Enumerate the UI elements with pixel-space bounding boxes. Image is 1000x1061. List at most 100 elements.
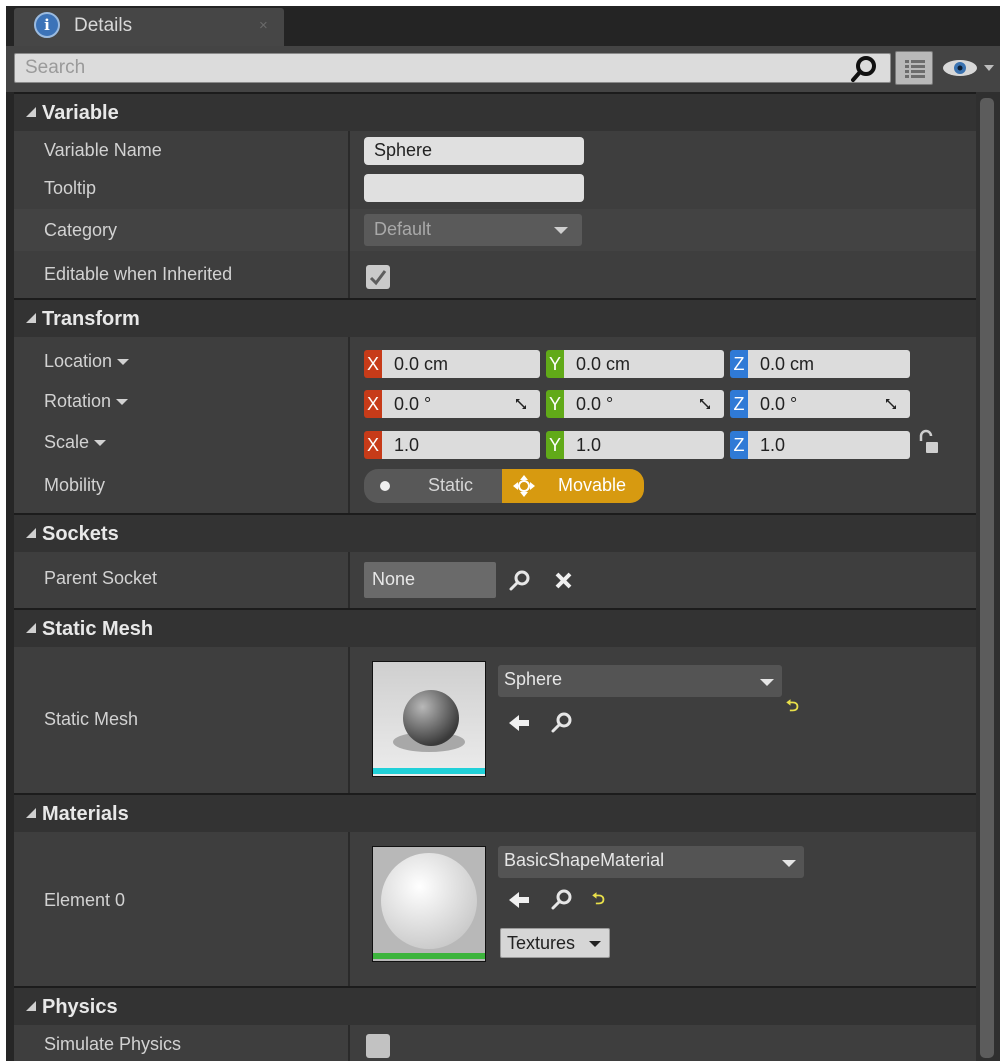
chevron-down-icon: [117, 359, 130, 366]
lock-icon[interactable]: [918, 429, 940, 457]
rotation-x-field[interactable]: X 0.0 °: [364, 390, 540, 418]
tab-strip: i Details ×: [6, 6, 1000, 46]
browse-search-icon[interactable]: [550, 711, 574, 735]
category-physics[interactable]: Physics: [14, 986, 976, 1025]
category-dropdown-value: Default: [374, 219, 432, 239]
view-options-button[interactable]: [895, 51, 933, 85]
category-dropdown[interactable]: Default: [364, 214, 582, 246]
rotation-label[interactable]: Rotation: [44, 391, 129, 412]
chevron-down-icon: [760, 679, 774, 686]
reset-to-default-icon[interactable]: ⮌: [786, 695, 799, 722]
column-divider[interactable]: [348, 832, 350, 986]
chevron-down-icon: [116, 399, 129, 406]
row-tooltip: Tooltip: [14, 169, 976, 209]
axis-y-badge: Y: [546, 390, 564, 418]
axis-x-badge: X: [364, 390, 382, 418]
column-divider[interactable]: [348, 647, 350, 793]
rotation-z-field[interactable]: Z 0.0 °: [730, 390, 910, 418]
clear-icon[interactable]: [554, 571, 574, 591]
category-label: Static Mesh: [42, 618, 154, 640]
collapse-arrow-icon: [26, 623, 36, 633]
location-y-value: 0.0 cm: [564, 350, 724, 378]
collapse-arrow-icon: [26, 313, 36, 323]
column-divider[interactable]: [348, 251, 350, 300]
location-label-text: Location: [44, 351, 113, 371]
static-mesh-thumbnail[interactable]: [372, 661, 486, 777]
category-label: Category: [44, 220, 118, 240]
material-thumbnail[interactable]: [372, 846, 486, 962]
mobility-movable-option[interactable]: Movable: [502, 469, 644, 503]
rotation-label-text: Rotation: [44, 391, 112, 411]
mobility-static-label: Static: [428, 475, 474, 495]
search-icon[interactable]: [508, 569, 532, 593]
category-variable[interactable]: Variable: [14, 92, 976, 131]
axis-y-badge: Y: [546, 431, 564, 459]
browse-search-icon[interactable]: [550, 888, 574, 912]
use-selected-arrow-icon[interactable]: [508, 713, 530, 733]
mobility-toggle: Static Movable: [364, 469, 644, 503]
category-label: Materials: [42, 803, 129, 825]
parent-socket-label: Parent Socket: [44, 568, 158, 588]
category-sockets[interactable]: Sockets: [14, 513, 976, 552]
variable-name-label: Variable Name: [44, 140, 162, 160]
axis-z-badge: Z: [730, 431, 748, 459]
simulate-physics-checkbox[interactable]: [366, 1034, 390, 1058]
axis-y-badge: Y: [546, 350, 564, 378]
location-x-field[interactable]: X 0.0 cm: [364, 350, 540, 378]
location-z-field[interactable]: Z 0.0 cm: [730, 350, 910, 378]
textures-button-label: Textures: [507, 933, 576, 953]
chevron-down-icon: [94, 440, 107, 447]
static-mesh-combo[interactable]: Sphere: [498, 665, 782, 697]
variable-name-field[interactable]: Sphere: [364, 137, 584, 165]
axis-z-badge: Z: [730, 390, 748, 418]
static-mesh-value: Sphere: [504, 669, 563, 689]
tooltip-field[interactable]: [364, 174, 584, 202]
mobility-movable-label: Movable: [558, 475, 627, 495]
tab-title: Details: [74, 15, 133, 36]
location-label[interactable]: Location: [44, 351, 130, 372]
mobility-static-option[interactable]: Static: [364, 469, 502, 503]
rotation-y-field[interactable]: Y 0.0 °: [546, 390, 724, 418]
row-editable-inherited: Editable when Inherited: [14, 251, 976, 300]
parent-socket-field[interactable]: None: [364, 562, 496, 598]
column-divider[interactable]: [348, 337, 350, 515]
sphere-mesh-preview: [373, 662, 485, 776]
search-icon[interactable]: [849, 55, 879, 83]
column-divider[interactable]: [348, 169, 350, 209]
scale-z-field[interactable]: Z 1.0: [730, 431, 910, 459]
static-mesh-label: Static Mesh: [44, 709, 139, 729]
scrollbar-thumb[interactable]: [980, 98, 994, 1058]
row-simulate-physics: Simulate Physics: [14, 1025, 976, 1061]
column-divider[interactable]: [348, 1025, 350, 1061]
mobility-label: Mobility: [44, 475, 106, 495]
column-divider[interactable]: [348, 131, 350, 169]
spin-drag-icon[interactable]: [700, 399, 710, 409]
spin-drag-icon[interactable]: [516, 399, 526, 409]
reset-to-default-icon[interactable]: ⮌: [592, 888, 605, 915]
material-sphere-preview: [373, 847, 485, 961]
column-divider[interactable]: [348, 552, 350, 608]
spin-drag-icon[interactable]: [886, 399, 896, 409]
scale-x-field[interactable]: X 1.0: [364, 431, 540, 459]
scale-label[interactable]: Scale: [44, 432, 107, 453]
use-selected-arrow-icon[interactable]: [508, 890, 530, 910]
column-divider[interactable]: [348, 209, 350, 251]
category-transform[interactable]: Transform: [14, 298, 976, 337]
eye-icon[interactable]: [940, 55, 996, 81]
textures-button[interactable]: Textures: [500, 928, 610, 958]
row-static-mesh: Static Mesh Sphere ⮌: [14, 647, 976, 793]
close-icon[interactable]: ×: [259, 17, 268, 34]
category-static-mesh[interactable]: Static Mesh: [14, 608, 976, 647]
static-dot-icon: [380, 481, 390, 491]
editable-inherited-checkbox[interactable]: [366, 265, 390, 289]
axis-z-badge: Z: [730, 350, 748, 378]
tab-details[interactable]: i Details ×: [14, 8, 284, 46]
search-input[interactable]: [14, 53, 891, 83]
category-materials[interactable]: Materials: [14, 793, 976, 832]
row-variable-name: Variable Name Sphere: [14, 131, 976, 169]
checkmark-icon: [369, 270, 387, 286]
location-z-value: 0.0 cm: [748, 350, 910, 378]
material-combo[interactable]: BasicShapeMaterial: [498, 846, 804, 878]
scale-y-field[interactable]: Y 1.0: [546, 431, 724, 459]
location-y-field[interactable]: Y 0.0 cm: [546, 350, 724, 378]
